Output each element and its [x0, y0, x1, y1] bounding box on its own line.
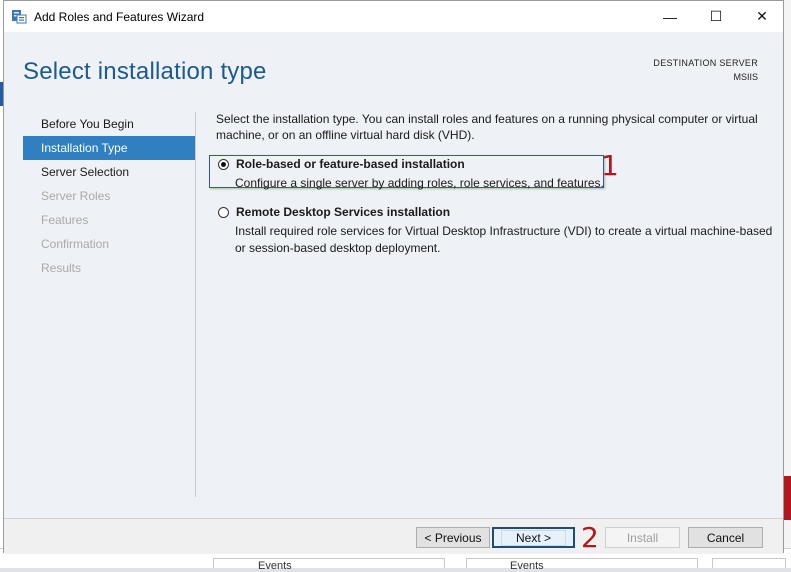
nav-item-before-you-begin[interactable]: Before You Begin	[23, 112, 195, 136]
background-alert-tile	[784, 476, 791, 520]
destination-server-name: MSIIS	[733, 72, 758, 82]
destination-server-label: DESTINATION SERVER	[653, 58, 758, 68]
previous-button[interactable]: < Previous	[416, 527, 490, 548]
option-title[interactable]: Remote Desktop Services installation	[236, 205, 450, 219]
nav-item-results: Results	[41, 261, 82, 275]
nav-divider	[195, 112, 196, 497]
page-title: Select installation type	[23, 58, 267, 85]
wizard-window: Add Roles and Features Wizard — ☐ ✕ Sele…	[3, 0, 784, 554]
window-title: Add Roles and Features Wizard	[34, 10, 205, 24]
nav-item-features: Features	[41, 213, 89, 227]
nav-item-confirmation: Confirmation	[41, 237, 110, 251]
option-description: Install required role services for Virtu…	[235, 224, 773, 255]
next-button-label: Next >	[500, 529, 566, 546]
next-button[interactable]: Next >	[492, 527, 575, 548]
background-events-label: Events	[258, 560, 292, 572]
minimize-button[interactable]: —	[647, 1, 693, 32]
minimize-icon: —	[663, 8, 677, 25]
nav-item-installation-type[interactable]: Installation Type	[23, 136, 195, 160]
nav-item-server-selection[interactable]: Server Selection	[23, 160, 195, 184]
intro-text: Select the installation type. You can in…	[216, 112, 758, 142]
option-description: Configure a single server by adding role…	[235, 176, 604, 190]
title-bar[interactable]: Add Roles and Features Wizard — ☐ ✕	[4, 1, 783, 32]
wizard-nav: Before You Begin Installation Type Serve…	[23, 112, 195, 280]
cancel-button[interactable]: Cancel	[688, 527, 763, 548]
server-manager-icon	[12, 10, 27, 24]
annotation-step-2: 2	[581, 521, 599, 554]
nav-item-server-roles: Server Roles	[41, 189, 111, 203]
option-title[interactable]: Role-based or feature-based installation	[236, 157, 465, 171]
close-button[interactable]: ✕	[739, 1, 785, 32]
annotation-step-1: 1	[601, 149, 619, 182]
close-icon: ✕	[756, 8, 768, 24]
role-based-radio[interactable]	[218, 159, 229, 170]
remote-desktop-radio[interactable]	[218, 207, 229, 218]
maximize-button[interactable]: ☐	[693, 1, 739, 32]
install-button[interactable]: Install	[605, 527, 680, 548]
maximize-icon: ☐	[709, 8, 723, 24]
background-events-label: Events	[510, 560, 544, 572]
